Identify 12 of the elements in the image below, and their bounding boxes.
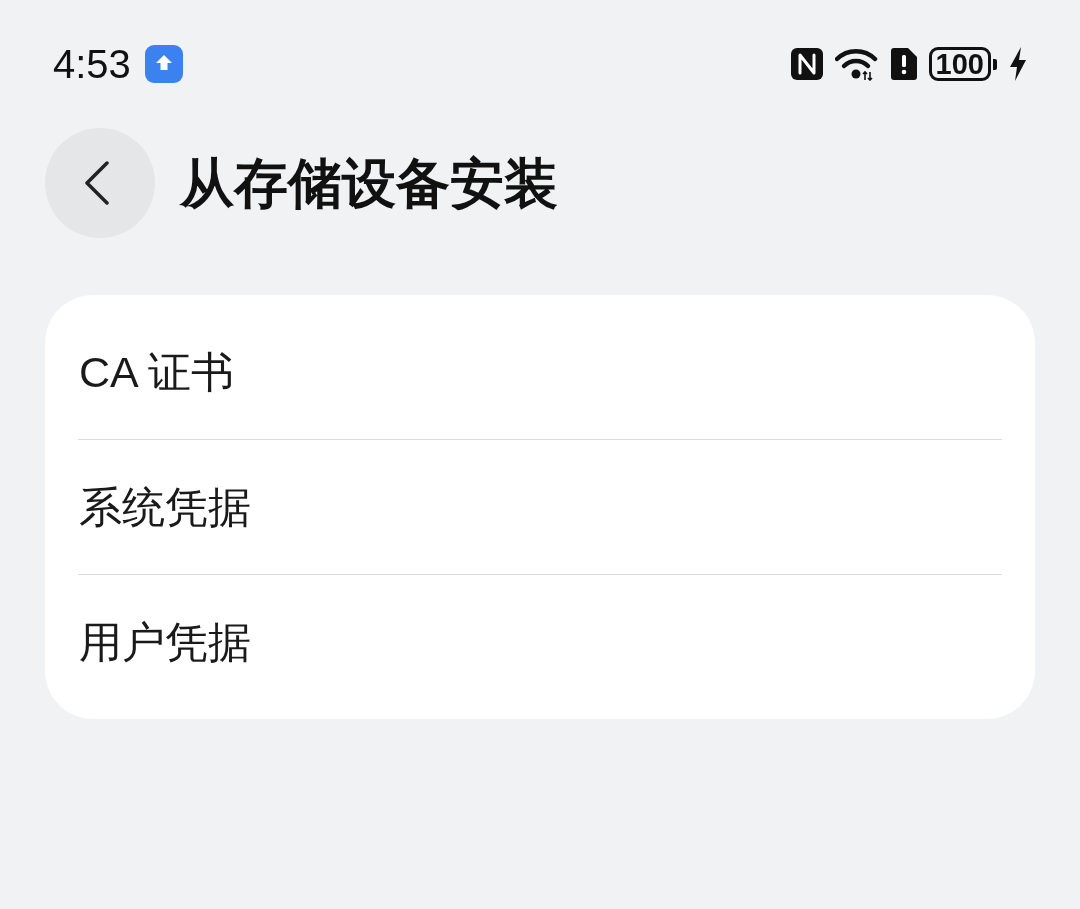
nfc-icon [790,48,823,80]
back-chevron-icon [84,161,110,205]
wifi-icon [834,47,879,81]
battery-indicator: 100 [928,47,997,81]
page-title: 从存储设备安装 [180,156,558,210]
upload-arrow-app-icon [144,45,183,83]
list-item[interactable]: CA 证书 [45,305,1035,439]
list-item[interactable]: 用户凭据 [45,575,1035,709]
list-item[interactable]: 系统凭据 [45,440,1035,574]
status-time: 4:53 [53,44,131,84]
charging-bolt-icon [1009,47,1027,81]
sim-card-alert-icon [890,48,917,80]
